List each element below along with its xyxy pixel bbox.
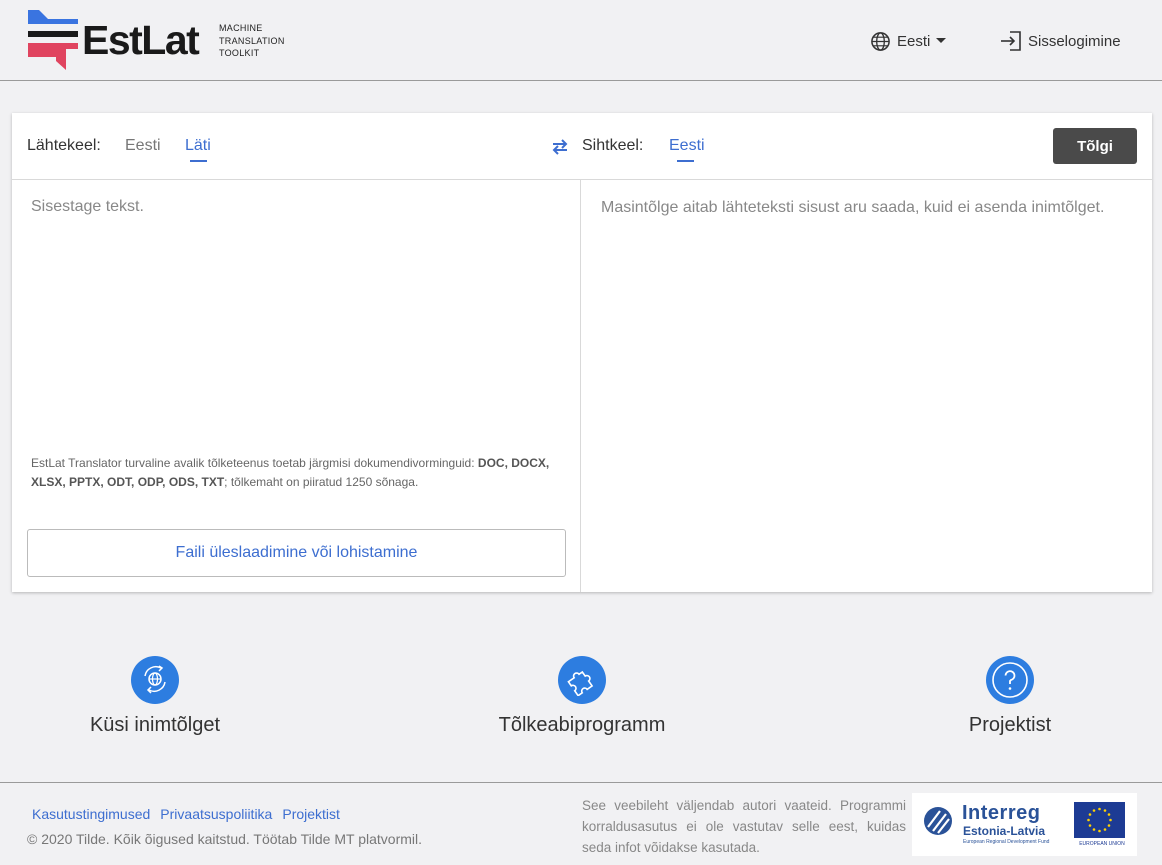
feature-request-human-translation[interactable]: Küsi inimtõlget — [25, 656, 285, 737]
caret-down-icon — [936, 38, 947, 43]
login-button[interactable]: Sisselogimine — [1000, 30, 1121, 52]
source-language-active-indicator — [190, 160, 207, 162]
translate-button[interactable]: Tõlgi — [1053, 128, 1137, 164]
source-language-label: Lähtekeel: — [27, 137, 101, 154]
source-pane: EstLat Translator turvaline avalik tõlke… — [12, 180, 581, 592]
translator-card: Lähtekeel: Eesti Läti Sihtkeel: Eesti Tõ… — [12, 113, 1152, 592]
target-language-option-eesti[interactable]: Eesti — [669, 137, 705, 155]
estlat-logo[interactable]: EstLat MACHINE TRANSLATION TOOLKIT — [26, 8, 286, 74]
feature-about-project[interactable]: Projektist — [880, 656, 1140, 737]
copyright-text: © 2020 Tilde. Kõik õigused kaitstud. Töö… — [27, 831, 423, 847]
language-bar: Lähtekeel: Eesti Läti Sihtkeel: Eesti Tõ… — [12, 113, 1152, 180]
question-icon — [986, 656, 1034, 704]
login-label: Sisselogimine — [1028, 32, 1121, 50]
feature-label: Projektist — [968, 714, 1052, 736]
footer-link-terms[interactable]: Kasutustingimused — [32, 806, 150, 822]
eu-label: EUROPEAN UNION — [1079, 841, 1125, 847]
supported-formats-note: EstLat Translator turvaline avalik tõlke… — [31, 456, 550, 489]
target-output-placeholder: Masintõlge aitab lähteteksti sisust aru … — [601, 199, 1105, 216]
footer-divider — [0, 782, 1162, 783]
estlat-logo-mark-icon — [28, 10, 78, 70]
target-language-label: Sihtkeel: — [582, 137, 644, 154]
footer-link-privacy[interactable]: Privaatsuspoliitika — [160, 806, 272, 822]
source-text-input[interactable] — [31, 198, 561, 438]
target-pane: Masintõlge aitab lähteteksti sisust aru … — [582, 180, 1152, 592]
swap-languages-icon[interactable] — [551, 138, 569, 156]
interreg-wordmark: Interreg — [962, 802, 1041, 824]
feature-translation-assistant[interactable]: Tõlkeabiprogramm — [452, 656, 712, 737]
logo-subtitle: MACHINE TRANSLATION TOOLKIT — [219, 23, 285, 58]
interreg-region: Estonia-Latvia — [963, 824, 1046, 838]
source-language-option-eesti[interactable]: Eesti — [125, 137, 161, 155]
interreg-emblem-icon — [924, 807, 952, 835]
globe-icon — [871, 31, 890, 51]
logo-wordmark: EstLat — [82, 17, 200, 63]
login-icon — [1001, 31, 1021, 51]
footer-link-about[interactable]: Projektist — [282, 806, 340, 822]
target-language-active-indicator — [677, 160, 694, 162]
header: EstLat MACHINE TRANSLATION TOOLKIT Eesti… — [0, 0, 1162, 81]
globe-chat-icon — [131, 656, 179, 704]
feature-label: Tõlkeabiprogramm — [498, 714, 666, 736]
source-language-option-lati[interactable]: Läti — [185, 137, 211, 155]
interreg-eu-logo[interactable]: Interreg Estonia-Latvia European Regiona… — [912, 793, 1137, 856]
feature-label: Küsi inimtõlget — [89, 714, 221, 736]
interreg-fund: European Regional Development Fund — [963, 839, 1050, 845]
interface-language-label: Eesti — [897, 32, 931, 50]
footer-links: Kasutustingimused Privaatsuspoliitika Pr… — [32, 806, 340, 822]
funding-disclaimer: See veebileht väljendab autori vaateid. … — [582, 798, 906, 855]
puzzle-icon — [558, 656, 606, 704]
interface-language-dropdown[interactable]: Eesti — [870, 30, 947, 52]
eu-flag-icon — [1074, 802, 1125, 838]
file-upload-button[interactable]: Faili üleslaadimine või lohistamine — [27, 529, 566, 577]
